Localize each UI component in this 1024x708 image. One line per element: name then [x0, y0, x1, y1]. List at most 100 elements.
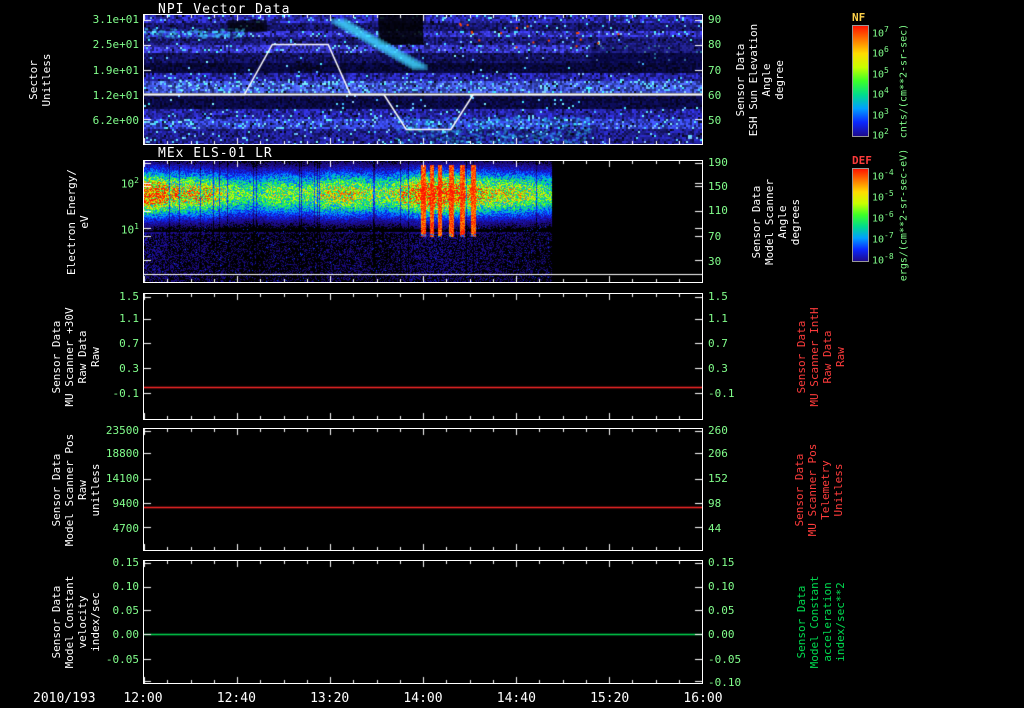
panel-5-y2tick-label: 0.15 — [708, 556, 735, 570]
panel-2-yaxis-title-line-1: eV — [78, 214, 91, 229]
panel-5 — [143, 560, 703, 684]
panel-1-y2axis-title-line-3: degree — [773, 59, 786, 100]
panel-1-y2tick-label: 60 — [708, 88, 722, 102]
panel-3-y2tick-label: 1.1 — [708, 312, 728, 326]
panel-1-yaxis-title-line-1: Unitless — [40, 53, 53, 106]
panel-2-y2tick-label: 150 — [708, 179, 728, 193]
panel-2-y2axis-title-line-3: degrees — [789, 198, 802, 245]
panel-5-ytick-label: -0.05 — [105, 653, 139, 667]
panel-3-yaxis-title-line-0: Sensor Data — [50, 320, 63, 393]
panel-1-ytick-label: 1.2e+01 — [92, 88, 139, 102]
panel-3-ytick-label: 0.7 — [119, 336, 139, 350]
panel-5-yaxis-title-line-1: Model Constant — [63, 575, 76, 669]
panel-1-y2axis-title-line-2: Angle — [760, 62, 773, 97]
panel-5-yaxis-title-line-0: Sensor Data — [50, 585, 63, 659]
panel-3-y2tick-label: 0.3 — [708, 361, 728, 375]
nf-colorbar-units: cnts/(cm**2-sr-sec) — [898, 24, 911, 138]
xaxis-tick-label: 15:20 — [590, 691, 630, 706]
panel-4-ytick-label: 9400 — [112, 497, 140, 511]
def-colorbar-title: DEF — [852, 154, 872, 167]
panel-5-ytick-label: 0.00 — [112, 628, 140, 642]
panel-5-y2tick-label: -0.10 — [708, 676, 742, 690]
nf-colorbar-units-line-0: cnts/(cm**2-sr-sec) — [898, 23, 910, 139]
panel-1-y2axis-title: Sensor Data ESH Sun Elevation Angle degree — [734, 23, 786, 136]
def-colorbar-units-line-0: ergs/(cm**2-sr-sec-eV) — [898, 148, 910, 282]
plot-figure: NPI Vector Data MEx ELS-01 LR 2010/193 3… — [0, 0, 1024, 708]
panel-1-y2tick-label: 50 — [708, 114, 722, 128]
panel-2-y2tick-label: 30 — [708, 254, 722, 268]
panel-5-y2axis-title-line-0: Sensor Data — [795, 585, 808, 659]
panel-3-y2tick-label: 1.5 — [708, 289, 728, 303]
panel-4-y2axis-title-line-1: MU Scanner Pos — [806, 443, 819, 536]
panel-4-y2axis-title-line-3: Unitless — [832, 463, 845, 516]
panel-3-yaxis-title: Sensor Data MU Scanner +30V Raw Data Raw — [50, 307, 102, 406]
panel-5-yaxis-title-line-3: index/sec — [89, 592, 102, 652]
xaxis-tick-label: 12:40 — [216, 691, 256, 706]
panel-1-y2axis-title-line-0: Sensor Data — [734, 43, 747, 116]
panel-3-ytick-label: -0.1 — [112, 387, 140, 401]
panel-1-y2tick-label: 90 — [708, 12, 722, 26]
panel-1-y2axis-title-line-1: ESH Sun Elevation — [747, 23, 760, 136]
xaxis-tick-label: 16:00 — [683, 691, 723, 706]
panel-2-yaxis-title: Electron Energy/eV — [65, 169, 91, 275]
panel-1 — [143, 14, 703, 145]
panel-3-ytick-label: 1.1 — [119, 312, 139, 326]
nf-colorbar-tick-label: 106 — [872, 45, 889, 60]
panel-5-y2axis-title: Sensor Data Model Constant acceleration ind… — [795, 576, 847, 669]
panel-3-y2tick-label: -0.1 — [708, 387, 735, 401]
panel-4-y2tick-label: 152 — [708, 472, 728, 486]
xaxis-tick-label: 14:40 — [496, 691, 536, 706]
panel-5-y2axis-title-line-3: index/sec**2 — [834, 582, 847, 662]
panel-3-y2axis-title-line-0: Sensor Data — [795, 320, 808, 393]
panel-3-yaxis-title-line-1: MU Scanner +30V — [63, 306, 76, 407]
panel-2-y2tick-label: 190 — [708, 156, 728, 170]
panel-4-plot-canvas — [144, 429, 702, 550]
panel-1-ytick-label: 2.5e+01 — [92, 38, 139, 52]
panel-5-yaxis-title-line-2: velocity — [76, 595, 89, 649]
panel-1-ytick-label: 3.1e+01 — [92, 12, 139, 26]
panel-5-plot-canvas — [144, 561, 702, 683]
panel-2-y2axis-title: Sensor Data Model Scanner Angle degrees — [750, 178, 802, 264]
xaxis-tick-label: 13:20 — [310, 691, 350, 706]
panel-2-ytick-label: 101 — [120, 222, 139, 237]
panel-4-ytick-label: 23500 — [105, 424, 139, 438]
def-colorbar-tick-label: 10-8 — [872, 252, 894, 267]
panel-1-y2tick-label: 70 — [708, 63, 722, 77]
panel-1-plot-canvas — [144, 15, 702, 144]
panel-3-ytick-label: 0.3 — [119, 361, 139, 375]
panel-4-y2tick-label: 206 — [708, 446, 728, 460]
panel-5-ytick-label: 0.05 — [112, 603, 140, 617]
panel-5-ytick-label: 0.10 — [112, 580, 140, 594]
panel-2-y2axis-title-line-2: Angle — [776, 204, 789, 239]
panel-1-y2tick-label: 80 — [708, 38, 722, 52]
panel-5-y2tick-label: 0.10 — [708, 580, 735, 594]
panel-4-yaxis-title-line-2: Raw — [76, 479, 89, 500]
panel-4-ytick-label: 14100 — [105, 472, 139, 486]
xaxis-tick-label: 12:00 — [123, 691, 163, 706]
panel-2-y2axis-title-line-0: Sensor Data — [750, 185, 763, 258]
panel-4-ytick-label: 4700 — [112, 521, 140, 535]
panel-4-y2axis-title-line-0: Sensor Data — [793, 453, 806, 526]
panel-3-y2axis-title: Sensor Data MU Scanner IntH Raw Data Raw — [795, 307, 847, 406]
panel-2-y2tick-label: 70 — [708, 230, 722, 244]
panel-2-ytick-label: 102 — [120, 176, 139, 191]
date-label: 2010/193 — [33, 691, 96, 706]
panel-3-yaxis-title-line-3: Raw — [89, 346, 102, 367]
def-colorbar-tick-label: 10-6 — [872, 210, 894, 225]
panel-4-yaxis-title-line-3: unitless — [89, 463, 102, 516]
panel-4-y2tick-label: 98 — [708, 497, 722, 511]
panel-4-y2tick-label: 44 — [708, 521, 722, 535]
panel-4-y2axis-title: Sensor Data MU Scanner Pos Telemetry Unitle… — [793, 443, 845, 536]
nf-colorbar-title: NF — [852, 11, 866, 24]
panel-3-y2tick-label: 0.7 — [708, 336, 728, 350]
panel-5-yaxis-title: Sensor Data Model Constant velocity index/s… — [50, 576, 102, 669]
panel-4-y2tick-label: 260 — [708, 424, 728, 438]
panel-1-ytick-label: 1.9e+01 — [92, 63, 139, 77]
panel-5-y2tick-label: 0.00 — [708, 628, 735, 642]
xaxis-tick-label: 14:00 — [403, 691, 443, 706]
def-colorbar-tick-label: 10-4 — [872, 168, 894, 183]
nf-colorbar-tick-label: 102 — [872, 127, 889, 142]
def-colorbar-gradient — [852, 168, 869, 262]
panel-2-yaxis-title-line-0: Electron Energy/ — [65, 168, 78, 275]
panel-5-ytick-label: 0.15 — [112, 556, 140, 570]
